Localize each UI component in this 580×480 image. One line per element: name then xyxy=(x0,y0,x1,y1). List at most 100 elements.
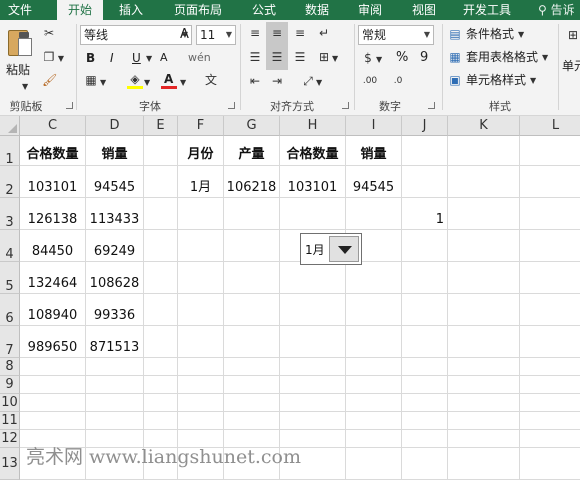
row-header-6[interactable]: 6 xyxy=(0,294,20,326)
accounting-dropdown-icon[interactable]: ▼ xyxy=(376,53,382,67)
font-name-select[interactable]: 等线 ▼ xyxy=(80,25,192,45)
cell-k13[interactable] xyxy=(448,448,520,480)
cell-j2[interactable] xyxy=(402,166,448,198)
cell-k11[interactable] xyxy=(448,412,520,430)
bold-button[interactable]: B xyxy=(86,50,95,66)
cell-g11[interactable] xyxy=(224,412,280,430)
cell-j5[interactable] xyxy=(402,262,448,294)
cell-h5[interactable] xyxy=(280,262,346,294)
row-header-4[interactable]: 4 xyxy=(0,230,20,262)
cell-l1[interactable] xyxy=(520,136,580,166)
column-header-f[interactable]: F xyxy=(178,116,224,136)
cell-g1[interactable]: 产量 xyxy=(224,136,280,166)
column-header-g[interactable]: G xyxy=(224,116,280,136)
cell-i6[interactable] xyxy=(346,294,402,326)
column-header-l[interactable]: L xyxy=(520,116,580,136)
font-launcher-icon[interactable] xyxy=(228,102,235,109)
row-header-2[interactable]: 2 xyxy=(0,166,20,198)
cell-l3[interactable] xyxy=(520,198,580,230)
cell-l13[interactable] xyxy=(520,448,580,480)
cell-f5[interactable] xyxy=(178,262,224,294)
cell-j12[interactable] xyxy=(402,430,448,448)
align-left-icon[interactable]: ☰ xyxy=(247,50,263,64)
accounting-format-icon[interactable]: $ xyxy=(360,51,376,65)
cell-h9[interactable] xyxy=(280,376,346,394)
cell-e1[interactable] xyxy=(144,136,178,166)
cell-g9[interactable] xyxy=(224,376,280,394)
cell-e10[interactable] xyxy=(144,394,178,412)
row-header-7[interactable]: 7 xyxy=(0,326,20,358)
cell-d7[interactable]: 871513 xyxy=(86,326,144,358)
table-dropdown-icon[interactable]: ▼ xyxy=(542,51,548,65)
cell-l9[interactable] xyxy=(520,376,580,394)
select-all-corner[interactable] xyxy=(0,116,20,136)
cell-l2[interactable] xyxy=(520,166,580,198)
format-as-table-icon[interactable]: ▦ xyxy=(448,50,462,64)
merge-dropdown-icon[interactable]: ▼ xyxy=(332,52,338,66)
cell-f8[interactable] xyxy=(178,358,224,376)
cell-c8[interactable] xyxy=(20,358,86,376)
cell-f6[interactable] xyxy=(178,294,224,326)
cell-l4[interactable] xyxy=(520,230,580,262)
cell-styles-icon[interactable]: ▣ xyxy=(448,73,462,87)
cell-i1[interactable]: 销量 xyxy=(346,136,402,166)
cell-c2[interactable]: 103101 xyxy=(20,166,86,198)
cell-f3[interactable] xyxy=(178,198,224,230)
cell-f11[interactable] xyxy=(178,412,224,430)
cell-d8[interactable] xyxy=(86,358,144,376)
cell-h3[interactable] xyxy=(280,198,346,230)
comma-style-button[interactable]: 9 xyxy=(420,50,428,66)
grow-font-button[interactable]: A xyxy=(180,27,189,43)
cell-c1[interactable]: 合格数量 xyxy=(20,136,86,166)
tab-home[interactable]: 开始 xyxy=(57,0,103,20)
italic-button[interactable]: I xyxy=(110,50,114,66)
cell-g3[interactable] xyxy=(224,198,280,230)
font-color-dropdown-icon[interactable]: ▼ xyxy=(180,76,186,90)
cell-k8[interactable] xyxy=(448,358,520,376)
cell-i7[interactable] xyxy=(346,326,402,358)
cell-i5[interactable] xyxy=(346,262,402,294)
cell-k3[interactable] xyxy=(448,198,520,230)
phonetic-guide-icon[interactable]: 文 xyxy=(204,73,218,87)
cell-k1[interactable] xyxy=(448,136,520,166)
cell-e9[interactable] xyxy=(144,376,178,394)
cell-l7[interactable] xyxy=(520,326,580,358)
cell-l12[interactable] xyxy=(520,430,580,448)
cell-d10[interactable] xyxy=(86,394,144,412)
cell-j7[interactable] xyxy=(402,326,448,358)
cell-k10[interactable] xyxy=(448,394,520,412)
cell-e5[interactable] xyxy=(144,262,178,294)
cell-d6[interactable]: 99336 xyxy=(86,294,144,326)
cell-i8[interactable] xyxy=(346,358,402,376)
cell-k2[interactable] xyxy=(448,166,520,198)
cell-k5[interactable] xyxy=(448,262,520,294)
cell-d11[interactable] xyxy=(86,412,144,430)
cell-j8[interactable] xyxy=(402,358,448,376)
insert-cells-icon[interactable]: ⊞ xyxy=(566,28,580,42)
cell-e8[interactable] xyxy=(144,358,178,376)
cell-i10[interactable] xyxy=(346,394,402,412)
underline-button[interactable]: U xyxy=(132,50,141,66)
align-right-icon[interactable]: ☰ xyxy=(292,50,308,64)
cell-c7[interactable]: 989650 xyxy=(20,326,86,358)
tab-view[interactable]: 视图 xyxy=(404,0,444,20)
cell-i12[interactable] xyxy=(346,430,402,448)
orientation-dropdown-icon[interactable]: ▼ xyxy=(316,76,322,90)
cell-e3[interactable] xyxy=(144,198,178,230)
paste-dropdown-icon[interactable]: ▼ xyxy=(22,80,28,94)
cell-styles-button[interactable]: 单元格样式 xyxy=(466,72,526,88)
combo-box-dropdown-button[interactable] xyxy=(329,236,359,262)
tell-me-search[interactable]: ⚲ 告诉 xyxy=(538,0,575,20)
conditional-formatting-icon[interactable]: ▤ xyxy=(448,27,462,41)
tab-file[interactable]: 文件 xyxy=(0,0,40,20)
cut-icon[interactable]: ✂ xyxy=(42,26,56,40)
paste-button[interactable] xyxy=(4,26,34,62)
phonetic-button[interactable]: wén xyxy=(188,50,211,66)
format-as-table-button[interactable]: 套用表格格式 xyxy=(466,49,538,65)
cell-c10[interactable] xyxy=(20,394,86,412)
cell-d3[interactable]: 113433 xyxy=(86,198,144,230)
cell-d1[interactable]: 销量 xyxy=(86,136,144,166)
cell-f2[interactable]: 1月 xyxy=(178,166,224,198)
borders-dropdown-icon[interactable]: ▼ xyxy=(100,76,106,90)
wrap-text-icon[interactable]: ↵ xyxy=(316,26,332,40)
